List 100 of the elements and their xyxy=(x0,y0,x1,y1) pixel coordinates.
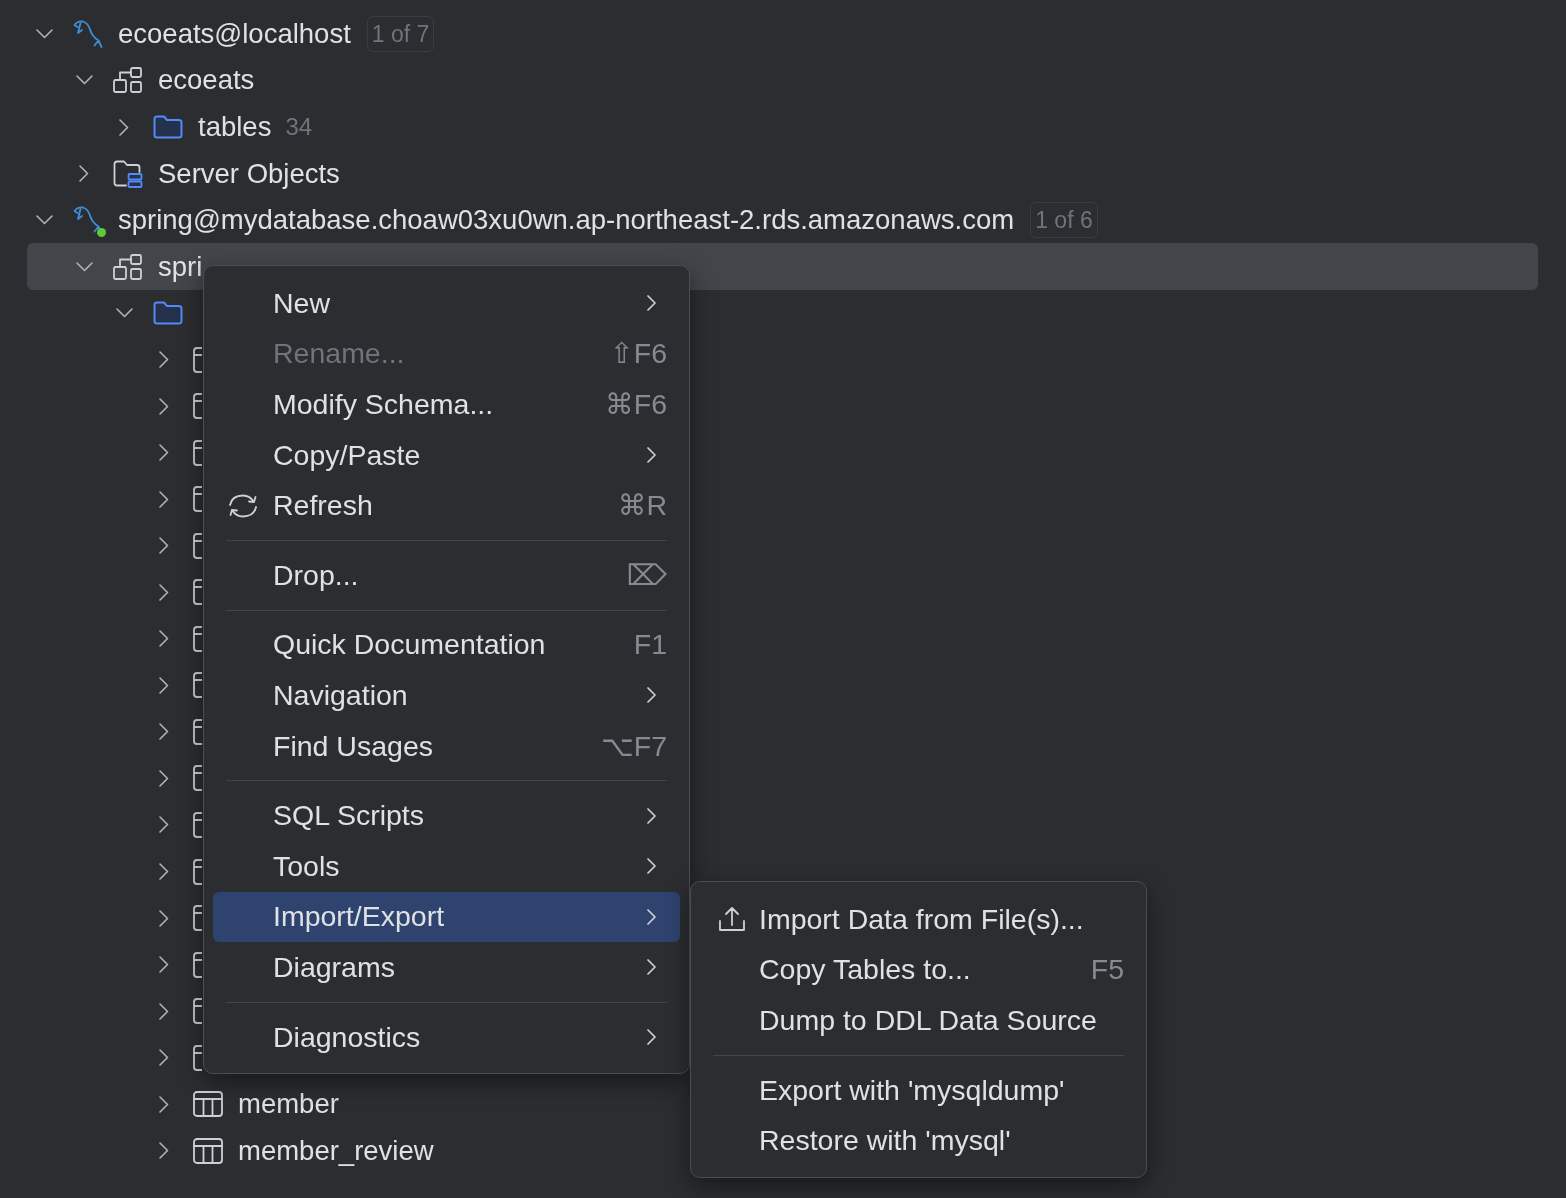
chevron-right-icon xyxy=(647,959,656,976)
tree-label: member xyxy=(238,1088,339,1121)
table-icon xyxy=(193,532,202,559)
shortcut-label: ⌘F6 xyxy=(605,388,667,421)
chevron-right-icon[interactable] xyxy=(159,1142,169,1160)
chevron-right-icon[interactable] xyxy=(159,1095,169,1113)
menu-item[interactable]: Diagnostics xyxy=(213,1011,680,1063)
folder-icon xyxy=(153,301,183,326)
menu-item[interactable]: Drop... ⌦ xyxy=(213,549,680,601)
chevron-right-icon[interactable] xyxy=(119,118,129,136)
menu-item[interactable]: SQL Scripts xyxy=(213,790,680,841)
chevron-right-icon xyxy=(647,807,656,824)
server-folder-icon xyxy=(113,159,143,188)
chevron-right-icon xyxy=(647,908,656,925)
chevron-right-icon[interactable] xyxy=(159,397,169,415)
session-badge: 1 of 6 xyxy=(1030,202,1098,239)
tree-label: ecoeats xyxy=(158,64,255,97)
chevron-right-icon[interactable] xyxy=(159,351,169,369)
chevron-right-icon[interactable] xyxy=(79,165,89,183)
shortcut-label: ⌥F7 xyxy=(600,729,667,763)
menu-item[interactable]: Export with 'mysqldump' xyxy=(700,1064,1137,1116)
session-badge: 1 of 7 xyxy=(366,15,435,52)
chevron-right-icon[interactable] xyxy=(159,1002,169,1020)
tree-row[interactable]: spring@mydatabase.choaw03xu0wn.ap-northeast-2.rds.amazonaws.com 1 of 6 xyxy=(27,196,1098,244)
chevron-right-icon[interactable] xyxy=(159,676,169,694)
shortcut-label: ⇧F6 xyxy=(609,337,667,371)
chevron-right-icon[interactable] xyxy=(159,909,169,927)
chevron-right-icon xyxy=(647,687,656,704)
chevron-right-icon[interactable] xyxy=(159,583,169,601)
table-icon xyxy=(193,625,202,652)
menu-item[interactable]: Navigation xyxy=(213,670,680,721)
menu-item[interactable]: Modify Schema... ⌘F6 xyxy=(213,379,680,430)
tree-label: spring@mydatabase.choaw03xu0wn.ap-northeast-2.rds.amazonaws.com xyxy=(118,204,1015,237)
table-icon xyxy=(193,905,202,932)
tree-row[interactable]: ecoeats xyxy=(27,57,255,104)
table-icon xyxy=(193,858,202,885)
chevron-right-icon xyxy=(647,1029,656,1045)
chevron-right-icon xyxy=(647,858,656,875)
tree-label: tables xyxy=(198,111,272,143)
folder-icon xyxy=(153,115,183,139)
menu-item[interactable]: Quick Documentation F1 xyxy=(213,619,680,671)
table-icon xyxy=(193,1137,223,1164)
table-icon xyxy=(193,579,202,606)
table-icon xyxy=(193,1091,223,1118)
chevron-down-icon[interactable] xyxy=(115,308,133,319)
chevron-right-icon[interactable] xyxy=(159,630,169,648)
upload-icon xyxy=(718,906,746,933)
table-icon xyxy=(193,951,202,978)
shortcut-label: F1 xyxy=(633,628,667,662)
tree-label: member_review xyxy=(238,1134,434,1167)
item-count: 34 xyxy=(285,113,313,141)
table-icon xyxy=(193,486,202,513)
tree-row[interactable]: tables 34 xyxy=(27,103,313,151)
chevron-right-icon[interactable] xyxy=(159,1049,169,1067)
chevron-right-icon[interactable] xyxy=(159,863,169,880)
tree-row[interactable]: Server Objects xyxy=(27,150,340,197)
chevron-down-icon[interactable] xyxy=(75,261,93,272)
chevron-right-icon[interactable] xyxy=(159,444,169,462)
menu-item[interactable]: Import/Export xyxy=(213,891,680,943)
table-icon xyxy=(193,718,202,745)
menu-item[interactable]: Find Usages ⌥F7 xyxy=(213,720,680,772)
chevron-right-icon[interactable] xyxy=(159,769,169,787)
dolphin-icon xyxy=(73,18,103,49)
schema-icon xyxy=(113,67,143,94)
chevron-down-icon[interactable] xyxy=(35,28,53,39)
shortcut-label: ⌘R xyxy=(617,489,667,523)
menu-item[interactable]: Restore with 'mysql' xyxy=(700,1115,1137,1166)
menu-item[interactable]: Copy/Paste xyxy=(213,429,680,481)
chevron-down-icon[interactable] xyxy=(35,215,53,226)
chevron-right-icon[interactable] xyxy=(159,537,169,555)
tree-label: Server Objects xyxy=(158,157,340,190)
tree-row[interactable]: member_review xyxy=(27,1127,434,1174)
table-icon xyxy=(193,812,202,838)
menu-item[interactable]: Import Data from File(s)... xyxy=(700,894,1137,945)
chevron-down-icon[interactable] xyxy=(75,75,93,86)
table-icon xyxy=(193,672,202,699)
tree-row[interactable]: ecoeats@localhost 1 of 7 xyxy=(27,10,435,58)
chevron-right-icon[interactable] xyxy=(159,723,169,741)
tree-row[interactable]: member xyxy=(27,1080,339,1128)
shortcut-label: F5 xyxy=(1090,953,1124,987)
menu-item[interactable]: Dump to DDL Data Source xyxy=(700,995,1137,1046)
chevron-right-icon[interactable] xyxy=(159,956,169,974)
chevron-right-icon[interactable] xyxy=(159,490,169,508)
table-icon xyxy=(193,393,202,420)
chevron-right-icon xyxy=(647,447,656,464)
shortcut-label: ⌦ xyxy=(626,558,667,592)
menu-item[interactable]: Diagrams xyxy=(213,942,680,993)
table-icon xyxy=(193,1044,202,1071)
chevron-right-icon xyxy=(647,295,656,312)
table-icon xyxy=(193,439,202,466)
table-icon xyxy=(193,998,202,1025)
tree-label: ecoeats@localhost xyxy=(118,17,351,50)
menu-item[interactable]: Tools xyxy=(213,840,680,892)
refresh-icon xyxy=(227,492,259,519)
tree-label: spri xyxy=(158,250,203,283)
schema-icon xyxy=(113,253,143,280)
chevron-right-icon[interactable] xyxy=(159,816,169,834)
table-icon xyxy=(193,765,202,792)
menu-item[interactable]: Refresh ⌘R xyxy=(213,480,680,531)
menu-item[interactable]: Copy Tables to... F5 xyxy=(700,944,1137,996)
